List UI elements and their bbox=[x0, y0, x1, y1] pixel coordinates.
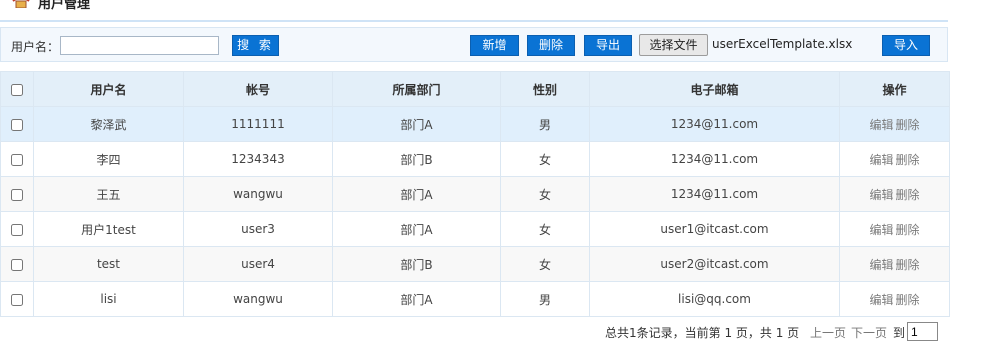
row-select-cell bbox=[0, 211, 34, 247]
table-row[interactable]: test user4 部门B 女 user2@itcast.com 编辑 删除 bbox=[0, 246, 950, 282]
cell-email: 1234@11.com bbox=[589, 141, 840, 177]
row-select-cell bbox=[0, 176, 34, 212]
edit-link[interactable]: 编辑 bbox=[869, 188, 893, 202]
cell-gender: 女 bbox=[500, 211, 590, 247]
cell-gender: 女 bbox=[500, 141, 590, 177]
page-number-input[interactable] bbox=[907, 322, 938, 341]
cell-actions: 编辑 删除 bbox=[839, 246, 950, 282]
cell-actions: 编辑 删除 bbox=[839, 106, 950, 142]
select-all-checkbox[interactable] bbox=[11, 83, 23, 96]
table-row[interactable]: 王五 wangwu 部门A 女 1234@11.com 编辑 删除 bbox=[0, 176, 950, 212]
table-row[interactable]: lisi wangwu 部门A 男 lisi@qq.com 编辑 删除 bbox=[0, 281, 950, 317]
cell-email: 1234@11.com bbox=[589, 176, 840, 212]
cell-department: 部门B bbox=[332, 246, 501, 282]
row-checkbox[interactable] bbox=[11, 223, 23, 236]
cell-gender: 男 bbox=[500, 106, 590, 142]
cell-actions: 编辑 删除 bbox=[839, 211, 950, 247]
cell-username: 王五 bbox=[33, 176, 184, 212]
column-header-email: 电子邮箱 bbox=[589, 71, 840, 107]
table-row[interactable]: 用户1test user3 部门A 女 user1@itcast.com 编辑删… bbox=[0, 211, 950, 247]
import-button[interactable]: 导入 bbox=[882, 35, 930, 56]
cell-gender: 女 bbox=[500, 176, 590, 212]
cell-email: 1234@11.com bbox=[589, 106, 840, 142]
toolbar: 用户名： 搜 索 新增 删除 导出 选择文件 userExcelTemplate… bbox=[0, 27, 948, 62]
row-select-cell bbox=[0, 246, 34, 282]
prev-page-link[interactable]: 上一页 bbox=[810, 324, 846, 341]
row-select-cell bbox=[0, 106, 34, 142]
cell-username: 用户1test bbox=[33, 211, 184, 247]
username-label: 用户名： bbox=[11, 40, 60, 54]
row-checkbox[interactable] bbox=[11, 118, 23, 131]
cell-username: 黎泽武 bbox=[33, 106, 184, 142]
user-table: 用户名 帐号 所属部门 性别 电子邮箱 操作 黎泽武 1111111 部门A 男… bbox=[0, 71, 950, 317]
cell-account: wangwu bbox=[183, 281, 333, 317]
edit-link[interactable]: 编辑 bbox=[869, 293, 893, 307]
delete-link[interactable]: 删除 bbox=[896, 153, 920, 167]
delete-button[interactable]: 删除 bbox=[527, 35, 575, 56]
page-header: 用户管理 bbox=[0, 0, 948, 22]
edit-link[interactable]: 编辑 bbox=[869, 223, 893, 237]
select-all-cell bbox=[0, 71, 34, 107]
edit-link[interactable]: 编辑 bbox=[869, 118, 893, 132]
row-checkbox[interactable] bbox=[11, 153, 23, 166]
pagination-info: 总共1条记录，当前第 1 页，共 1 页 bbox=[605, 326, 800, 340]
row-select-cell bbox=[0, 281, 34, 317]
cell-account: 1234343 bbox=[183, 141, 333, 177]
cell-gender: 男 bbox=[500, 281, 590, 317]
edit-link[interactable]: 编辑 bbox=[869, 258, 893, 272]
cell-department: 部门B bbox=[332, 141, 501, 177]
cell-actions: 编辑 删除 bbox=[839, 141, 950, 177]
column-header-username: 用户名 bbox=[33, 71, 184, 107]
selected-file-name: userExcelTemplate.xlsx bbox=[712, 37, 853, 51]
table-header-row: 用户名 帐号 所属部门 性别 电子邮箱 操作 bbox=[0, 71, 950, 107]
search-button[interactable]: 搜 索 bbox=[232, 35, 279, 56]
username-search-input[interactable] bbox=[60, 36, 219, 55]
cell-email: user2@itcast.com bbox=[589, 246, 840, 282]
column-header-actions: 操作 bbox=[839, 71, 950, 107]
cell-username: 李四 bbox=[33, 141, 184, 177]
column-header-department: 所属部门 bbox=[332, 71, 501, 107]
add-button[interactable]: 新增 bbox=[470, 35, 519, 56]
cell-account: 1111111 bbox=[183, 106, 333, 142]
row-checkbox[interactable] bbox=[11, 258, 23, 271]
cell-department: 部门A bbox=[332, 281, 501, 317]
page-title: 用户管理 bbox=[38, 0, 91, 12]
column-header-gender: 性别 bbox=[500, 71, 590, 107]
export-button[interactable]: 导出 bbox=[584, 35, 632, 56]
goto-label: 到 bbox=[893, 326, 906, 340]
home-icon bbox=[12, 0, 30, 8]
cell-username: test bbox=[33, 246, 184, 282]
cell-account: user4 bbox=[183, 246, 333, 282]
cell-email: user1@itcast.com bbox=[589, 211, 840, 247]
row-checkbox[interactable] bbox=[11, 293, 23, 306]
cell-email: lisi@qq.com bbox=[589, 281, 840, 317]
cell-account: wangwu bbox=[183, 176, 333, 212]
table-row[interactable]: 黎泽武 1111111 部门A 男 1234@11.com 编辑 删除 bbox=[0, 106, 950, 142]
next-page-link[interactable]: 下一页 bbox=[851, 324, 887, 341]
choose-file-button[interactable]: 选择文件 bbox=[639, 34, 708, 56]
delete-link[interactable]: 删除 bbox=[896, 188, 920, 202]
cell-actions: 编辑 删除 bbox=[839, 281, 950, 317]
cell-department: 部门A bbox=[332, 176, 501, 212]
cell-gender: 女 bbox=[500, 246, 590, 282]
row-select-cell bbox=[0, 141, 34, 177]
delete-link[interactable]: 删除 bbox=[896, 293, 920, 307]
edit-link[interactable]: 编辑 bbox=[869, 153, 893, 167]
pagination: 总共1条记录，当前第 1 页，共 1 页 上一页 下一页 到 bbox=[0, 321, 948, 341]
cell-department: 部门A bbox=[332, 211, 501, 247]
row-checkbox[interactable] bbox=[11, 188, 23, 201]
column-header-account: 帐号 bbox=[183, 71, 333, 107]
cell-actions: 编辑 删除 bbox=[839, 176, 950, 212]
cell-account: user3 bbox=[183, 211, 333, 247]
delete-link[interactable]: 删除 bbox=[896, 223, 920, 237]
table-row[interactable]: 李四 1234343 部门B 女 1234@11.com 编辑 删除 bbox=[0, 141, 950, 177]
cell-department: 部门A bbox=[332, 106, 501, 142]
delete-link[interactable]: 删除 bbox=[896, 258, 920, 272]
cell-username: lisi bbox=[33, 281, 184, 317]
delete-link[interactable]: 删除 bbox=[896, 118, 920, 132]
